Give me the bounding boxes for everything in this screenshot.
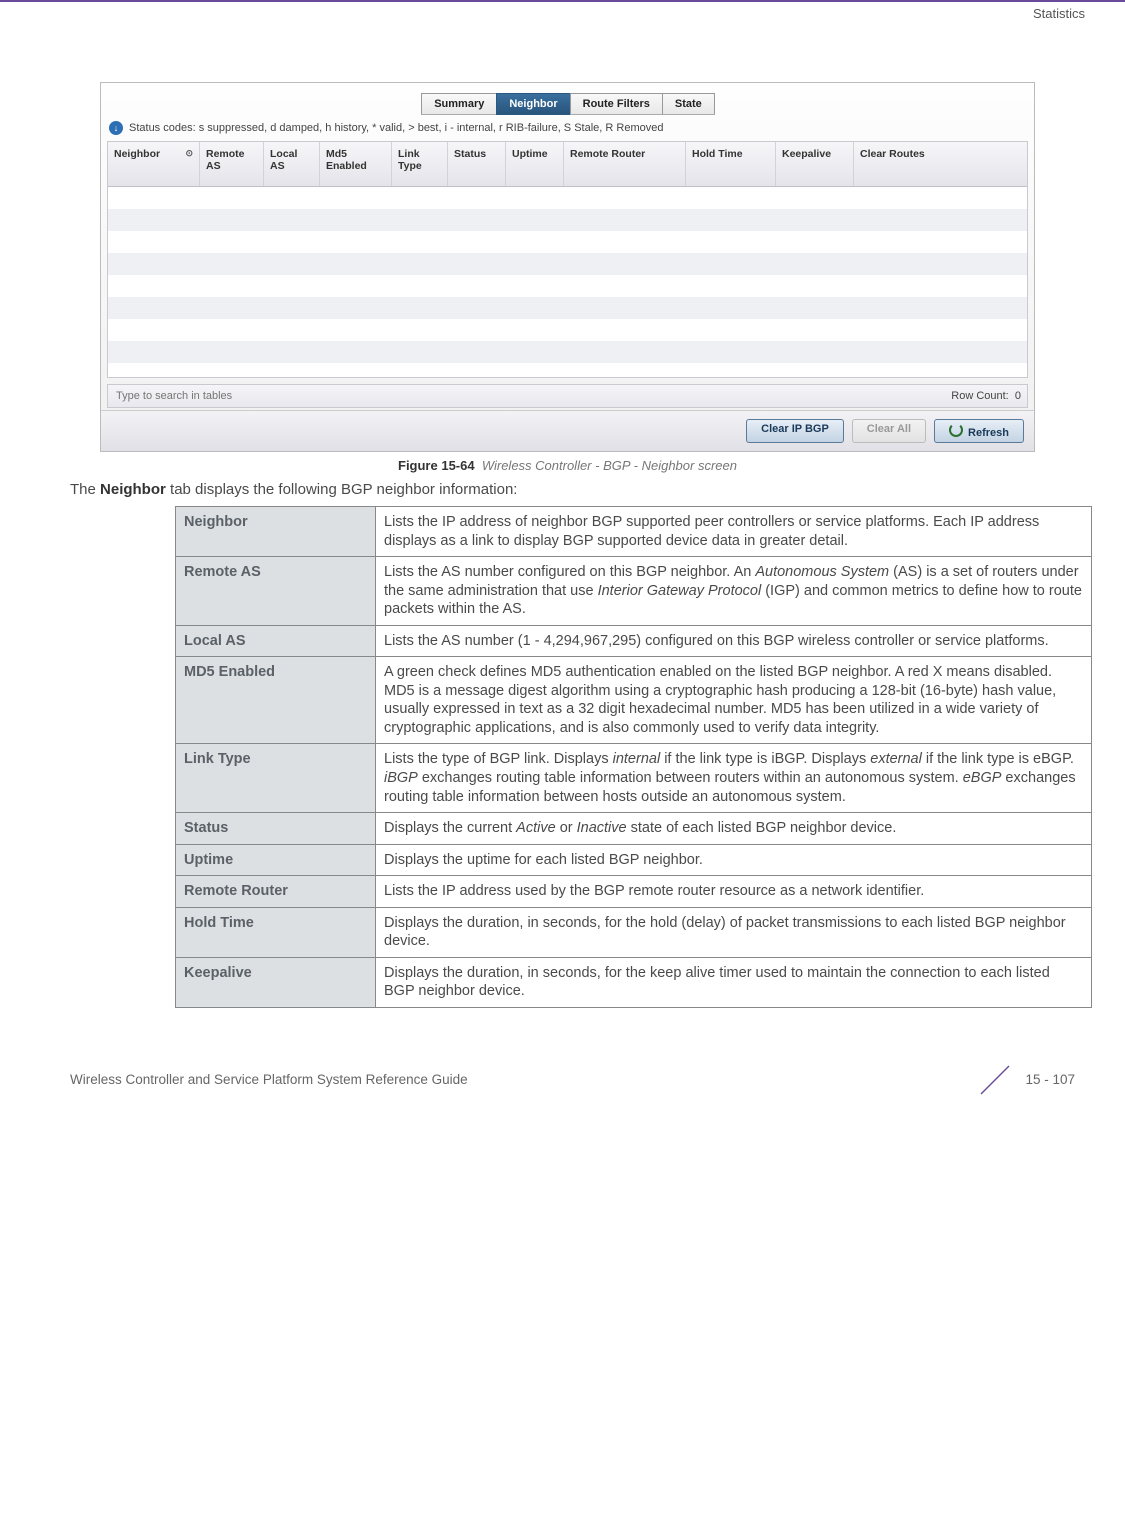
definition-row: Local ASLists the AS number (1 - 4,294,9… xyxy=(176,625,1092,657)
table-footer-bar: Row Count: 0 xyxy=(107,384,1028,408)
definition-row: NeighborLists the IP address of neighbor… xyxy=(176,507,1092,557)
status-codes-row: ↓ Status codes: s suppressed, d damped, … xyxy=(101,115,1034,141)
definition-description: Displays the duration, in seconds, for t… xyxy=(376,907,1092,957)
action-button-bar: Clear IP BGP Clear All Refresh xyxy=(101,410,1034,451)
definition-term: Neighbor xyxy=(176,507,376,557)
tab-neighbor[interactable]: Neighbor xyxy=(496,93,570,115)
page-footer: Wireless Controller and Service Platform… xyxy=(0,1008,1125,1130)
definition-term: Hold Time xyxy=(176,907,376,957)
col-link-type[interactable]: Link Type xyxy=(392,142,448,186)
figure-caption: Figure 15-64 Wireless Controller - BGP -… xyxy=(70,458,1065,473)
sort-indicator-icon: ⊙ xyxy=(185,148,193,159)
definition-description: Displays the current Active or Inactive … xyxy=(376,813,1092,845)
clear-ip-bgp-button[interactable]: Clear IP BGP xyxy=(746,419,844,443)
definition-description: Lists the AS number (1 - 4,294,967,295) … xyxy=(376,625,1092,657)
definition-term: MD5 Enabled xyxy=(176,657,376,744)
status-codes-text: Status codes: s suppressed, d damped, h … xyxy=(129,122,663,134)
definition-description: Lists the IP address used by the BGP rem… xyxy=(376,876,1092,908)
col-keepalive[interactable]: Keepalive xyxy=(776,142,854,186)
col-remote-router[interactable]: Remote Router xyxy=(564,142,686,186)
col-md5-enabled[interactable]: Md5 Enabled xyxy=(320,142,392,186)
refresh-button[interactable]: Refresh xyxy=(934,419,1024,443)
col-clear-routes[interactable]: Clear Routes xyxy=(854,142,1027,186)
tab-summary[interactable]: Summary xyxy=(421,93,497,115)
definition-description: Displays the uptime for each listed BGP … xyxy=(376,844,1092,876)
col-hold-time[interactable]: Hold Time xyxy=(686,142,776,186)
page-header-bar: Statistics xyxy=(0,0,1125,32)
tab-state[interactable]: State xyxy=(662,93,715,115)
col-status[interactable]: Status xyxy=(448,142,506,186)
slash-decoration-icon xyxy=(975,1060,1015,1100)
col-uptime[interactable]: Uptime xyxy=(506,142,564,186)
table-body-empty xyxy=(108,187,1027,377)
definition-description: Lists the IP address of neighbor BGP sup… xyxy=(376,507,1092,557)
table-search-input[interactable] xyxy=(114,389,374,403)
definition-term: Link Type xyxy=(176,744,376,813)
definition-row: MD5 EnabledA green check defines MD5 aut… xyxy=(176,657,1092,744)
section-title: Statistics xyxy=(1033,6,1085,21)
definition-row: KeepaliveDisplays the duration, in secon… xyxy=(176,957,1092,1007)
col-neighbor[interactable]: Neighbor ⊙ xyxy=(108,142,200,186)
definition-term: Keepalive xyxy=(176,957,376,1007)
definition-term: Uptime xyxy=(176,844,376,876)
clear-all-button[interactable]: Clear All xyxy=(852,419,926,443)
definition-description: Lists the AS number configured on this B… xyxy=(376,557,1092,626)
definition-row: Remote RouterLists the IP address used b… xyxy=(176,876,1092,908)
row-count: Row Count: 0 xyxy=(951,390,1021,402)
col-remote-as[interactable]: Remote AS xyxy=(200,142,264,186)
footer-guide-title: Wireless Controller and Service Platform… xyxy=(70,1072,468,1087)
definition-row: Hold TimeDisplays the duration, in secon… xyxy=(176,907,1092,957)
definition-term: Status xyxy=(176,813,376,845)
intro-text: The Neighbor tab displays the following … xyxy=(70,481,1065,498)
tab-route-filters[interactable]: Route Filters xyxy=(570,93,663,115)
col-local-as[interactable]: Local AS xyxy=(264,142,320,186)
definition-term: Remote AS xyxy=(176,557,376,626)
page-number: 15 - 107 xyxy=(1025,1072,1075,1087)
definition-term: Local AS xyxy=(176,625,376,657)
definition-description: Lists the type of BGP link. Displays int… xyxy=(376,744,1092,813)
definition-row: Remote ASLists the AS number configured … xyxy=(176,557,1092,626)
screenshot-tabs: Summary Neighbor Route Filters State xyxy=(101,83,1034,115)
table-header-row: Neighbor ⊙ Remote AS Local AS Md5 Enable… xyxy=(108,142,1027,187)
definition-term: Remote Router xyxy=(176,876,376,908)
definition-description: Displays the duration, in seconds, for t… xyxy=(376,957,1092,1007)
bgp-neighbor-screenshot: Summary Neighbor Route Filters State ↓ S… xyxy=(100,82,1035,452)
definition-row: StatusDisplays the current Active or Ina… xyxy=(176,813,1092,845)
info-down-icon: ↓ xyxy=(109,121,123,135)
definitions-table: NeighborLists the IP address of neighbor… xyxy=(175,506,1092,1008)
neighbor-table: Neighbor ⊙ Remote AS Local AS Md5 Enable… xyxy=(107,141,1028,378)
definition-row: UptimeDisplays the uptime for each liste… xyxy=(176,844,1092,876)
definition-row: Link TypeLists the type of BGP link. Dis… xyxy=(176,744,1092,813)
definition-description: A green check defines MD5 authentication… xyxy=(376,657,1092,744)
